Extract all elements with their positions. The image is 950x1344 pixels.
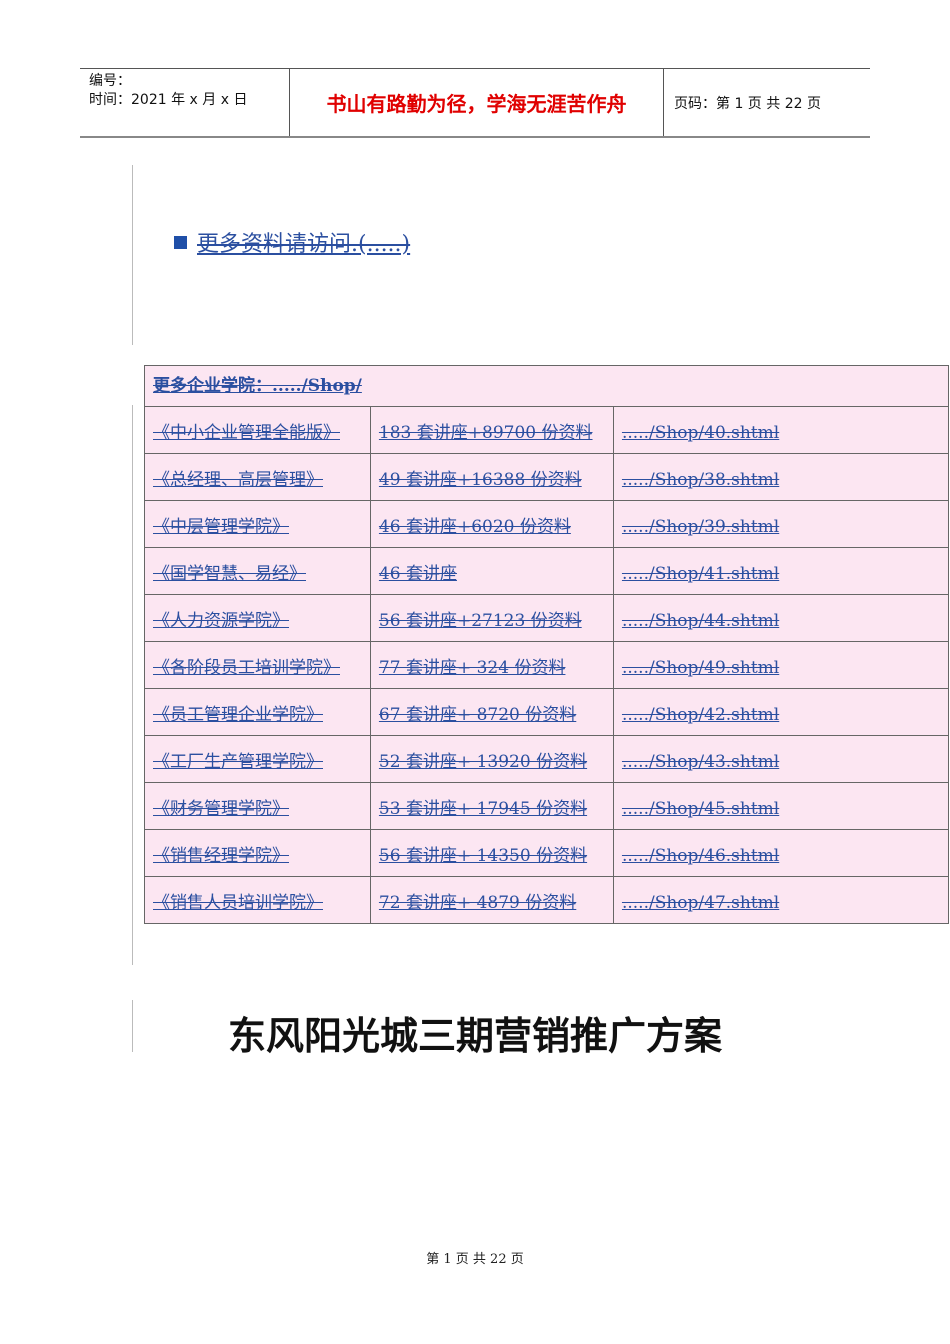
table-cell: 183 套讲座+89700 份资料 xyxy=(369,406,614,454)
table-cell: 46 套讲座 xyxy=(369,547,614,595)
table-cell: 《财务管理学院》 xyxy=(144,782,371,830)
document-page: 编号： 时间：2021 年 x 月 x 日 书山有路勤为径，学海无涯苦作舟 页码… xyxy=(0,0,950,1344)
shop-url-link[interactable]: ...../Shop/46.shtml xyxy=(622,846,779,866)
course-link[interactable]: 《财务管理学院》 xyxy=(153,799,289,819)
table-header-link[interactable]: 更多企业学院：...../Shop/ xyxy=(153,376,362,396)
table-cell: 56 套讲座+ 14350 份资料 xyxy=(369,829,614,877)
table-cell: 77 套讲座+ 324 份资料 xyxy=(369,641,614,689)
table-row: 《国学智慧、易经》 46 套讲座 ...../Shop/41.shtml xyxy=(144,547,950,595)
table-cell: ...../Shop/41.shtml xyxy=(612,547,950,595)
table-cell: 72 套讲座+ 4879 份资料 xyxy=(369,876,614,924)
page-header: 编号： 时间：2021 年 x 月 x 日 书山有路勤为径，学海无涯苦作舟 页码… xyxy=(80,68,870,138)
table-row: 《人力资源学院》 56 套讲座+27123 份资料 ...../Shop/44.sh… xyxy=(144,594,950,642)
time-label: 时间：2021 年 x 月 x 日 xyxy=(89,92,248,108)
more-resources-link[interactable]: 更多资料请访问.(.....) xyxy=(197,226,410,258)
shop-url-link[interactable]: ...../Shop/45.shtml xyxy=(622,799,779,819)
table-cell: ...../Shop/49.shtml xyxy=(612,641,950,689)
resource-table: 更多企业学院：...../Shop/ 《中小企业管理全能版》 183 套讲座+89… xyxy=(144,365,950,924)
course-count-link[interactable]: 56 套讲座+ 14350 份资料 xyxy=(379,846,587,866)
table-cell: 《工厂生产管理学院》 xyxy=(144,735,371,783)
table-cell: 52 套讲座+ 13920 份资料 xyxy=(369,735,614,783)
table-row: 《总经理、高层管理》 49 套讲座+16388 份资料 ...../Shop/38.… xyxy=(144,453,950,501)
table-row: 《各阶段员工培训学院》 77 套讲座+ 324 份资料 ...../Shop/49.… xyxy=(144,641,950,689)
course-count-link[interactable]: 49 套讲座+16388 份资料 xyxy=(379,470,582,490)
table-cell: ...../Shop/44.shtml xyxy=(612,594,950,642)
table-cell: 《销售人员培训学院》 xyxy=(144,876,371,924)
course-count-link[interactable]: 46 套讲座+6020 份资料 xyxy=(379,517,571,537)
course-count-link[interactable]: 183 套讲座+89700 份资料 xyxy=(379,423,593,443)
course-count-link[interactable]: 72 套讲座+ 4879 份资料 xyxy=(379,893,576,913)
table-cell: 56 套讲座+27123 份资料 xyxy=(369,594,614,642)
table-cell: ...../Shop/40.shtml xyxy=(612,406,950,454)
table-row: 《中层管理学院》 46 套讲座+6020 份资料 ...../Shop/39.sht… xyxy=(144,500,950,548)
table-cell: ...../Shop/45.shtml xyxy=(612,782,950,830)
course-link[interactable]: 《工厂生产管理学院》 xyxy=(153,752,323,772)
table-row: 《财务管理学院》 53 套讲座+ 17945 份资料 ...../Shop/45.s… xyxy=(144,782,950,830)
page-footer: 第 1 页 共 22 页 xyxy=(426,1252,524,1267)
table-row: 《销售经理学院》 56 套讲座+ 14350 份资料 ...../Shop/46.s… xyxy=(144,829,950,877)
table-cell: ...../Shop/38.shtml xyxy=(612,453,950,501)
table-header: 更多企业学院：...../Shop/ xyxy=(144,365,949,407)
shop-url-link[interactable]: ...../Shop/39.shtml xyxy=(622,517,779,537)
margin-line xyxy=(132,165,133,345)
course-count-link[interactable]: 52 套讲座+ 13920 份资料 xyxy=(379,752,587,772)
shop-url-link[interactable]: ...../Shop/38.shtml xyxy=(622,470,779,490)
table-cell: ...../Shop/46.shtml xyxy=(612,829,950,877)
table-cell: 《国学智慧、易经》 xyxy=(144,547,371,595)
table-row: 《销售人员培训学院》 72 套讲座+ 4879 份资料 ...../Shop/47.… xyxy=(144,876,950,924)
course-link[interactable]: 《国学智慧、易经》 xyxy=(153,564,306,584)
table-cell: ...../Shop/42.shtml xyxy=(612,688,950,736)
shop-url-link[interactable]: ...../Shop/41.shtml xyxy=(622,564,779,584)
table-cell: ...../Shop/47.shtml xyxy=(612,876,950,924)
course-count-link[interactable]: 67 套讲座+ 8720 份资料 xyxy=(379,705,576,725)
shop-url-link[interactable]: ...../Shop/40.shtml xyxy=(622,423,779,443)
table-cell: 《中层管理学院》 xyxy=(144,500,371,548)
shop-url-link[interactable]: ...../Shop/43.shtml xyxy=(622,752,779,772)
table-cell: 46 套讲座+6020 份资料 xyxy=(369,500,614,548)
table-cell: 《总经理、高层管理》 xyxy=(144,453,371,501)
table-cell: 53 套讲座+ 17945 份资料 xyxy=(369,782,614,830)
course-count-link[interactable]: 56 套讲座+27123 份资料 xyxy=(379,611,582,631)
header-page-label: 页码：第 1 页 共 22 页 xyxy=(674,95,821,112)
shop-url-link[interactable]: ...../Shop/47.shtml xyxy=(622,893,779,913)
number-label: 编号： xyxy=(89,73,131,89)
course-count-link[interactable]: 53 套讲座+ 17945 份资料 xyxy=(379,799,587,819)
table-cell: 《人力资源学院》 xyxy=(144,594,371,642)
table-cell: 《销售经理学院》 xyxy=(144,829,371,877)
table-row: 《中小企业管理全能版》 183 套讲座+89700 份资料 ...../Shop/4… xyxy=(144,406,950,454)
table-cell: 49 套讲座+16388 份资料 xyxy=(369,453,614,501)
course-link[interactable]: 《人力资源学院》 xyxy=(153,611,289,631)
table-cell: ...../Shop/39.shtml xyxy=(612,500,950,548)
course-link[interactable]: 《中小企业管理全能版》 xyxy=(153,423,340,443)
course-count-link[interactable]: 46 套讲座 xyxy=(379,564,457,584)
table-cell: 《中小企业管理全能版》 xyxy=(144,406,371,454)
course-link[interactable]: 《各阶段员工培训学院》 xyxy=(153,658,340,678)
bullet-square-icon xyxy=(174,235,187,249)
shop-url-link[interactable]: ...../Shop/44.shtml xyxy=(622,611,779,631)
table-cell: 《员工管理企业学院》 xyxy=(144,688,371,736)
table-cell: 67 套讲座+ 8720 份资料 xyxy=(369,688,614,736)
table-row: 《工厂生产管理学院》 52 套讲座+ 13920 份资料 ...../Shop/43… xyxy=(144,735,950,783)
margin-line xyxy=(132,405,133,965)
header-meta: 编号： 时间：2021 年 x 月 x 日 xyxy=(80,69,290,136)
document-title: 东风阳光城三期营销推广方案 xyxy=(227,1013,722,1058)
shop-url-link[interactable]: ...../Shop/49.shtml xyxy=(622,658,779,678)
table-cell: 《各阶段员工培训学院》 xyxy=(144,641,371,689)
course-link[interactable]: 《员工管理企业学院》 xyxy=(153,705,323,725)
header-motto: 书山有路勤为径，学海无涯苦作舟 xyxy=(290,69,664,136)
course-link[interactable]: 《中层管理学院》 xyxy=(153,517,289,537)
course-count-link[interactable]: 77 套讲座+ 324 份资料 xyxy=(379,658,566,678)
table-row: 《员工管理企业学院》 67 套讲座+ 8720 份资料 ...../Shop/42.… xyxy=(144,688,950,736)
course-link[interactable]: 《销售经理学院》 xyxy=(153,846,289,866)
table-cell: ...../Shop/43.shtml xyxy=(612,735,950,783)
more-resources: 更多资料请访问.(.....) xyxy=(174,226,410,258)
shop-url-link[interactable]: ...../Shop/42.shtml xyxy=(622,705,779,725)
course-link[interactable]: 《销售人员培训学院》 xyxy=(153,893,323,913)
course-link[interactable]: 《总经理、高层管理》 xyxy=(153,470,323,490)
